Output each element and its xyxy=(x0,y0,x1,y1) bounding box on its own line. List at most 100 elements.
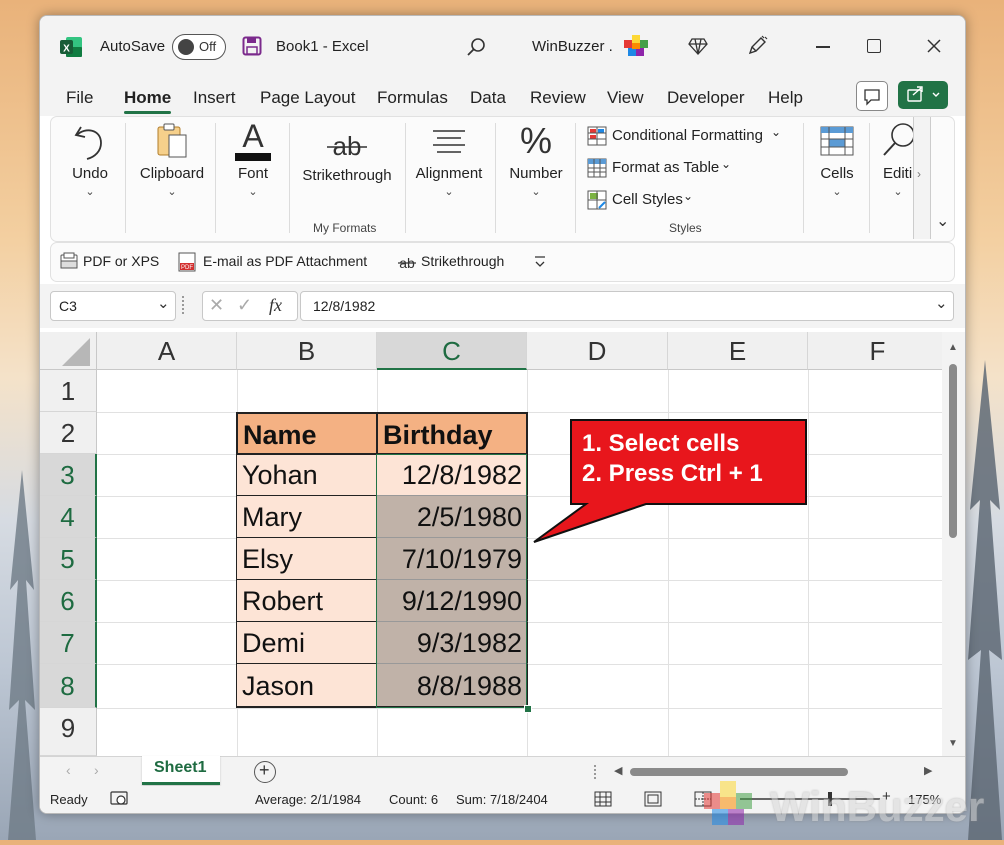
diamond-icon[interactable] xyxy=(688,36,708,56)
tab-home[interactable]: Home xyxy=(124,88,171,108)
table-row-name[interactable]: Elsy xyxy=(236,538,377,580)
fill-handle[interactable] xyxy=(524,705,532,713)
conditional-formatting-icon xyxy=(587,126,607,146)
tab-split-handle[interactable] xyxy=(594,765,600,779)
table-row-name[interactable]: Mary xyxy=(236,496,377,538)
row-header-1[interactable]: 1 xyxy=(40,370,97,412)
row-header-7[interactable]: 7 xyxy=(40,622,97,664)
normal-view-icon[interactable] xyxy=(594,791,612,807)
save-icon[interactable] xyxy=(242,36,262,56)
column-header-d[interactable]: D xyxy=(527,332,668,370)
conditional-formatting-button[interactable]: Conditional Formatting ⌄ xyxy=(587,125,787,147)
page-layout-view-icon[interactable] xyxy=(644,791,662,807)
cell-c2-birthday-header[interactable]: Birthday xyxy=(376,412,528,455)
scroll-up-icon[interactable]: ▲ xyxy=(948,342,958,353)
formula-input[interactable]: 12/8/1982 ⌄ xyxy=(300,291,954,321)
customize-qat-button[interactable] xyxy=(533,253,547,271)
strikethrough-qat-button[interactable]: ab Strikethrough xyxy=(397,251,517,275)
column-header-b[interactable]: B xyxy=(237,332,377,370)
svg-text:%: % xyxy=(520,121,552,161)
user-name[interactable]: WinBuzzer . xyxy=(532,38,613,55)
tab-formulas[interactable]: Formulas xyxy=(377,88,448,108)
autosave-toggle[interactable]: Off xyxy=(172,34,226,60)
insert-function-icon[interactable]: fx xyxy=(269,295,282,316)
toggle-knob xyxy=(178,39,194,55)
font-button[interactable]: A Font ⌄ xyxy=(223,117,283,239)
ribbon-scroll-right[interactable]: › xyxy=(913,117,931,239)
accessibility-icon[interactable] xyxy=(110,791,128,807)
next-sheet-icon[interactable]: › xyxy=(94,762,99,778)
chevron-down-icon xyxy=(535,256,545,267)
row-header-5[interactable]: 5 xyxy=(40,538,97,580)
pdf-xps-icon xyxy=(60,252,78,269)
worksheet-grid[interactable]: A B C D E F 1 2 3 4 5 6 7 8 9 Name Birth… xyxy=(40,332,965,756)
formula-bar-separator xyxy=(182,296,188,314)
svg-text:ab: ab xyxy=(333,131,362,161)
row-header-6[interactable]: 6 xyxy=(40,580,97,622)
cell-b2-name-header[interactable]: Name xyxy=(236,412,378,455)
tab-view[interactable]: View xyxy=(607,88,644,108)
strikethrough-label: Strikethrough xyxy=(302,167,392,184)
row-header-9[interactable]: 9 xyxy=(40,708,97,756)
tab-insert[interactable]: Insert xyxy=(193,88,236,108)
tab-data[interactable]: Data xyxy=(470,88,506,108)
vertical-scrollbar[interactable]: ▲ ▼ xyxy=(942,332,965,756)
tab-file[interactable]: File xyxy=(66,88,93,108)
row-header-3[interactable]: 3 xyxy=(40,454,97,496)
alignment-button[interactable]: Alignment ⌄ xyxy=(411,117,487,239)
column-header-c[interactable]: C xyxy=(377,332,527,370)
table-row-name[interactable]: Robert xyxy=(236,580,377,622)
scroll-left-icon[interactable]: ◀ xyxy=(614,764,622,777)
undo-button[interactable]: Undo ⌄ xyxy=(61,117,119,239)
ribbon-collapse-button[interactable]: ⌄ xyxy=(933,213,951,231)
tab-developer[interactable]: Developer xyxy=(667,88,745,108)
table-row-name[interactable]: Yohan xyxy=(236,455,377,496)
minimize-icon[interactable] xyxy=(816,46,830,48)
callout-line-1: 1. Select cells xyxy=(582,430,740,457)
share-button[interactable] xyxy=(898,81,948,109)
status-average[interactable]: Average: 2/1/1984 xyxy=(255,792,361,807)
row-header-4[interactable]: 4 xyxy=(40,496,97,538)
maximize-icon[interactable] xyxy=(867,39,881,53)
close-icon[interactable] xyxy=(926,38,942,54)
number-button[interactable]: % Number ⌄ xyxy=(501,117,571,239)
row-header-8[interactable]: 8 xyxy=(40,664,97,708)
search-icon[interactable] xyxy=(466,36,488,58)
clipboard-button[interactable]: Clipboard ⌄ xyxy=(133,117,211,239)
confirm-entry-icon[interactable]: ✓ xyxy=(237,295,252,316)
status-sum[interactable]: Sum: 7/18/2404 xyxy=(456,792,548,807)
column-header-f[interactable]: F xyxy=(808,332,948,370)
scroll-thumb[interactable] xyxy=(949,364,957,538)
ribbon-separator xyxy=(125,123,126,233)
column-header-e[interactable]: E xyxy=(668,332,808,370)
name-box[interactable]: C3 ⌄ xyxy=(50,291,176,321)
column-header-a[interactable]: A xyxy=(97,332,237,370)
pdf-xps-button[interactable]: PDF or XPS xyxy=(59,251,169,275)
status-count[interactable]: Count: 6 xyxy=(389,792,438,807)
pen-icon[interactable] xyxy=(746,35,768,57)
tab-page-layout[interactable]: Page Layout xyxy=(260,88,355,108)
table-row-name[interactable]: Demi xyxy=(236,622,377,664)
add-sheet-button[interactable]: + xyxy=(254,760,276,783)
format-as-table-button[interactable]: Format as Table ⌄ xyxy=(587,157,747,179)
chevron-down-icon: ⌄ xyxy=(157,295,170,312)
cancel-entry-icon[interactable]: ✕ xyxy=(209,295,224,316)
comments-button[interactable] xyxy=(856,81,888,111)
excel-logo-icon: X xyxy=(60,37,82,57)
sheet-tab-sheet1[interactable]: Sheet1 xyxy=(142,756,220,785)
prev-sheet-icon[interactable]: ‹ xyxy=(66,762,71,778)
tab-review[interactable]: Review xyxy=(530,88,586,108)
table-row-name[interactable]: Jason xyxy=(236,664,377,708)
status-ready: Ready xyxy=(50,792,88,807)
formula-controls: ✕ ✓ fx xyxy=(202,291,298,321)
email-pdf-button[interactable]: PDF E-mail as PDF Attachment xyxy=(177,251,387,275)
cells-button[interactable]: Cells ⌄ xyxy=(809,117,865,239)
row-header-2[interactable]: 2 xyxy=(40,412,97,454)
pdf-xps-label: PDF or XPS xyxy=(83,253,160,269)
tab-help[interactable]: Help xyxy=(768,88,803,108)
cell-styles-button[interactable]: Cell Styles ⌄ xyxy=(587,189,707,211)
select-all-corner[interactable] xyxy=(40,332,97,370)
active-tab-indicator xyxy=(124,111,171,114)
scroll-down-icon[interactable]: ▼ xyxy=(948,738,958,749)
user-avatar-icon[interactable] xyxy=(622,32,652,62)
